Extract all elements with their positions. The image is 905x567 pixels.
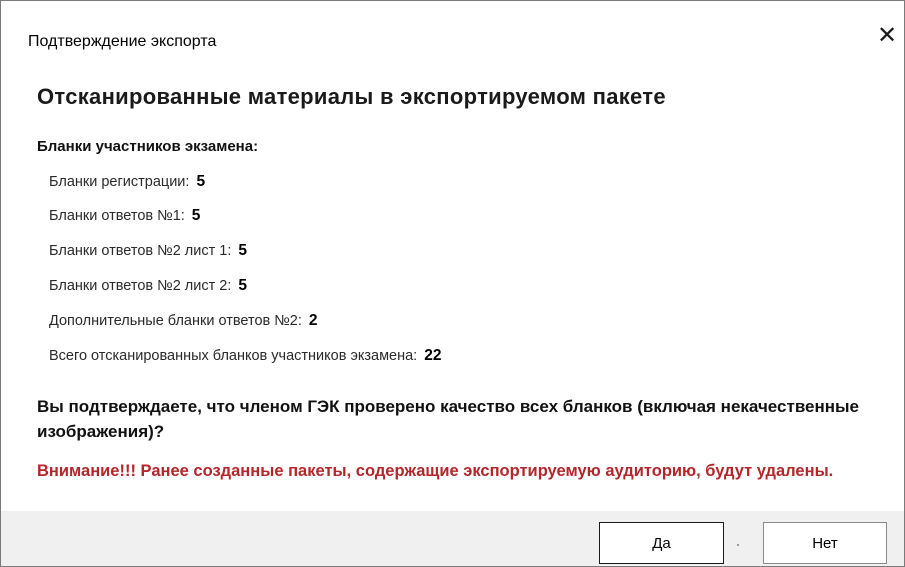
item-value: 2	[308, 312, 318, 329]
list-item-registration: Бланки регистрации: 5	[49, 173, 205, 191]
item-value: 5	[196, 173, 206, 190]
item-label: Дополнительные бланки ответов №2:	[49, 313, 302, 329]
confirmation-question: Вы подтверждаете, что членом ГЭК провере…	[37, 397, 860, 441]
title-bar: Подтверждение экспорта ✕	[1, 1, 904, 71]
item-label: Бланки ответов №2 лист 1:	[49, 243, 232, 259]
list-item-additional-answers: Дополнительные бланки ответов №2: 2	[49, 312, 318, 330]
list-item-answers-2-sheet-2: Бланки ответов №2 лист 2: 5	[49, 277, 247, 295]
section-label: Бланки участников экзамена:	[37, 138, 259, 155]
item-label: Бланки ответов №2 лист 2:	[49, 278, 232, 294]
item-value: 5	[191, 207, 201, 224]
item-value: 5	[238, 277, 247, 294]
list-item-answers-2-sheet-1: Бланки ответов №2 лист 1: 5	[49, 242, 247, 260]
list-item-answers-1: Бланки ответов №1: 5	[49, 207, 200, 225]
separator-dot	[737, 544, 739, 546]
close-icon[interactable]: ✕	[872, 21, 902, 51]
item-label: Бланки регистрации:	[49, 174, 190, 190]
yes-button[interactable]: Да	[599, 522, 724, 564]
export-confirm-dialog: Подтверждение экспорта ✕ Отсканированные…	[0, 0, 905, 567]
item-label: Всего отсканированных бланков участников…	[49, 348, 418, 364]
item-value: 22	[424, 347, 442, 364]
no-button[interactable]: Нет	[763, 522, 887, 564]
dialog-heading: Отсканированные материалы в экспортируем…	[37, 84, 666, 109]
warning-message: Внимание!!! Ранее созданные пакеты, соде…	[37, 462, 834, 480]
list-item-total: Всего отсканированных бланков участников…	[49, 347, 441, 365]
item-label: Бланки ответов №1:	[49, 208, 185, 224]
item-value: 5	[238, 242, 247, 259]
window-title: Подтверждение экспорта	[28, 33, 217, 50]
